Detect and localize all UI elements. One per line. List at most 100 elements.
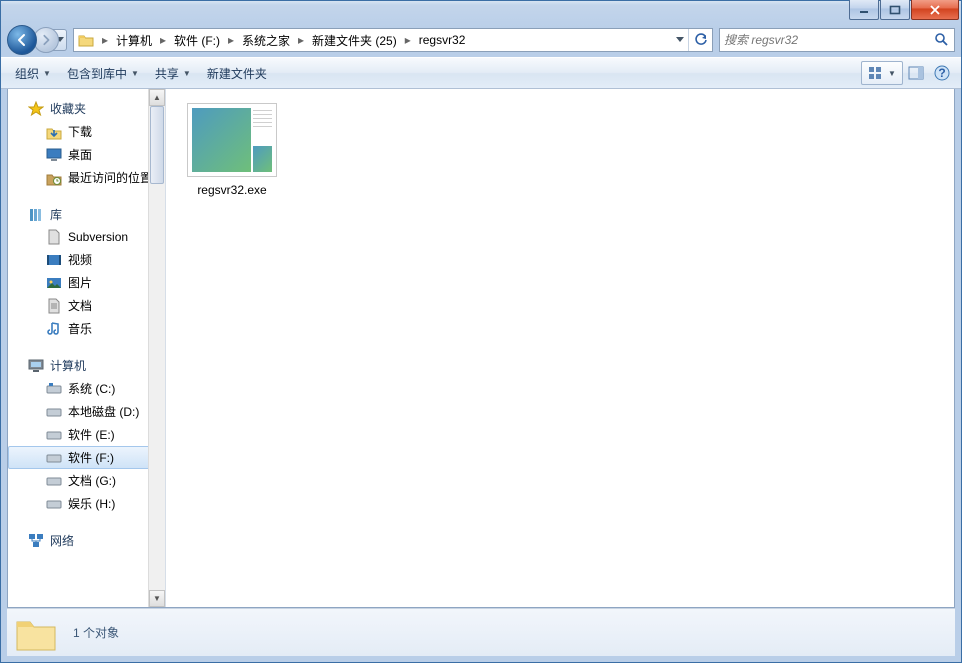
maximize-button[interactable] (880, 0, 910, 20)
details-pane: 1 个对象 (7, 608, 955, 656)
scroll-thumb[interactable] (150, 106, 164, 184)
minimize-button[interactable] (849, 0, 879, 20)
breadcrumb-item[interactable]: regsvr32 (415, 29, 470, 51)
nav-recent-places[interactable]: 最近访问的位置 (8, 166, 165, 189)
document-icon (46, 229, 62, 245)
tree-item-label: 文档 (G:) (68, 472, 116, 489)
search-box[interactable] (719, 28, 955, 52)
address-bar[interactable]: ▸ 计算机 ▸ 软件 (F:) ▸ 系统之家 ▸ 新建文件夹 (25) ▸ re… (73, 28, 713, 52)
breadcrumb-item[interactable]: 计算机 (112, 29, 156, 51)
nav-drive-d[interactable]: 本地磁盘 (D:) (8, 400, 165, 423)
chevron-down-icon: ▼ (888, 69, 896, 78)
tree-item-label: 软件 (E:) (68, 426, 115, 443)
tree-item-label: 桌面 (68, 146, 92, 163)
nav-computer-label: 计算机 (50, 357, 86, 374)
share-menu[interactable]: 共享 ▼ (147, 61, 199, 86)
folder-icon (76, 30, 96, 50)
titlebar (1, 1, 961, 23)
preview-pane-button[interactable] (903, 61, 929, 85)
tree-item-label: 下载 (68, 123, 92, 140)
tree-item-label: 软件 (F:) (68, 449, 114, 466)
refresh-button[interactable] (688, 29, 712, 51)
nav-network-header[interactable]: 网络 (8, 529, 165, 552)
command-bar: 组织 ▼ 包含到库中 ▼ 共享 ▼ 新建文件夹 ▼ ? (1, 57, 961, 89)
folder-large-icon (15, 614, 57, 652)
navigation-pane: 收藏夹 下载 桌面 最近访问的位置 库 (8, 89, 166, 607)
tree-item-label: 文档 (68, 297, 92, 314)
nav-libraries-header[interactable]: 库 (8, 203, 165, 226)
drive-icon (46, 404, 62, 420)
address-history-dropdown[interactable] (670, 29, 688, 51)
nav-drive-e[interactable]: 软件 (E:) (8, 423, 165, 446)
chevron-right-icon[interactable]: ▸ (401, 29, 415, 51)
tree-item-label: Subversion (68, 230, 128, 244)
chevron-down-icon: ▼ (43, 69, 51, 78)
organize-menu[interactable]: 组织 ▼ (7, 61, 59, 86)
change-view-button[interactable]: ▼ (861, 61, 903, 85)
navigation-row: ▸ 计算机 ▸ 软件 (F:) ▸ 系统之家 ▸ 新建文件夹 (25) ▸ re… (1, 23, 961, 57)
nav-drive-f[interactable]: 软件 (F:) (8, 446, 165, 469)
scroll-up-button[interactable]: ▲ (149, 89, 165, 106)
libraries-icon (28, 207, 44, 223)
scroll-down-button[interactable]: ▼ (149, 590, 165, 607)
nav-videos[interactable]: 视频 (8, 248, 165, 271)
document-icon (46, 298, 62, 314)
share-label: 共享 (155, 65, 179, 82)
help-button[interactable]: ? (929, 61, 955, 85)
nav-computer-header[interactable]: 计算机 (8, 354, 165, 377)
file-list-area[interactable]: regsvr32.exe (166, 89, 954, 607)
nav-drive-h[interactable]: 娱乐 (H:) (8, 492, 165, 515)
network-icon (28, 533, 44, 549)
nav-downloads[interactable]: 下载 (8, 120, 165, 143)
nav-documents[interactable]: 文档 (8, 294, 165, 317)
drive-icon (46, 427, 62, 443)
breadcrumb-item[interactable]: 系统之家 (238, 29, 294, 51)
file-item[interactable]: regsvr32.exe (184, 103, 280, 197)
tree-item-label: 最近访问的位置 (68, 169, 152, 186)
computer-icon (28, 358, 44, 374)
explorer-window: ▸ 计算机 ▸ 软件 (F:) ▸ 系统之家 ▸ 新建文件夹 (25) ▸ re… (0, 0, 962, 663)
drive-icon (46, 450, 62, 466)
chevron-right-icon[interactable]: ▸ (156, 29, 170, 51)
tree-item-label: 图片 (68, 274, 92, 291)
chevron-right-icon[interactable]: ▸ (224, 29, 238, 51)
include-in-library-menu[interactable]: 包含到库中 ▼ (59, 61, 147, 86)
back-button[interactable] (7, 25, 37, 55)
nav-desktop[interactable]: 桌面 (8, 143, 165, 166)
desktop-icon (46, 147, 62, 163)
breadcrumb-item[interactable]: 新建文件夹 (25) (308, 29, 401, 51)
status-object-count: 1 个对象 (73, 624, 119, 641)
new-folder-button[interactable]: 新建文件夹 (199, 61, 275, 86)
tree-item-label: 系统 (C:) (68, 380, 115, 397)
tree-item-label: 音乐 (68, 320, 92, 337)
chevron-down-icon: ▼ (183, 69, 191, 78)
video-icon (46, 252, 62, 268)
close-button[interactable] (911, 0, 959, 20)
chevron-right-icon[interactable]: ▸ (294, 29, 308, 51)
navpane-scrollbar[interactable]: ▲ ▼ (148, 89, 165, 607)
music-icon (46, 321, 62, 337)
favorites-icon (28, 101, 44, 117)
search-input[interactable] (724, 33, 934, 47)
downloads-icon (46, 124, 62, 140)
nav-favorites-header[interactable]: 收藏夹 (8, 97, 165, 120)
search-icon[interactable] (934, 32, 950, 48)
nav-music[interactable]: 音乐 (8, 317, 165, 340)
svg-text:?: ? (938, 66, 945, 80)
new-folder-label: 新建文件夹 (207, 65, 267, 82)
breadcrumb-item[interactable]: 软件 (F:) (170, 29, 224, 51)
drive-icon (46, 473, 62, 489)
organize-label: 组织 (15, 65, 39, 82)
scroll-track[interactable] (149, 106, 165, 590)
breadcrumbs: ▸ 计算机 ▸ 软件 (F:) ▸ 系统之家 ▸ 新建文件夹 (25) ▸ re… (98, 29, 670, 51)
nav-subversion[interactable]: Subversion (8, 226, 165, 248)
recent-icon (46, 170, 62, 186)
nav-favorites-label: 收藏夹 (50, 100, 86, 117)
chevron-right-icon[interactable]: ▸ (98, 29, 112, 51)
include-label: 包含到库中 (67, 65, 127, 82)
nav-network-label: 网络 (50, 532, 74, 549)
nav-drive-g[interactable]: 文档 (G:) (8, 469, 165, 492)
nav-pictures[interactable]: 图片 (8, 271, 165, 294)
pictures-icon (46, 275, 62, 291)
nav-drive-c[interactable]: 系统 (C:) (8, 377, 165, 400)
